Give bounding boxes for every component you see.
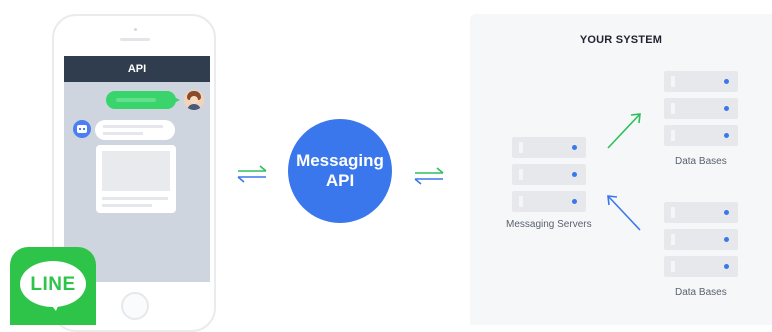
server-slot bbox=[519, 142, 523, 153]
system-title: YOUR SYSTEM bbox=[579, 34, 663, 46]
server-led bbox=[724, 106, 729, 111]
database-top-label: Data Bases bbox=[675, 156, 727, 167]
card-image-placeholder bbox=[102, 151, 170, 191]
rich-card-message bbox=[96, 145, 176, 213]
database-bottom-label: Data Bases bbox=[675, 287, 727, 298]
server-icon bbox=[512, 137, 586, 158]
sent-message-line bbox=[116, 98, 156, 102]
server-led bbox=[572, 145, 577, 150]
bidirectional-arrows-icon bbox=[237, 165, 267, 183]
server-led bbox=[724, 210, 729, 215]
received-message-bubble bbox=[95, 120, 175, 140]
server-slot bbox=[671, 103, 675, 114]
server-icon bbox=[512, 191, 586, 212]
sent-message-tail bbox=[174, 97, 180, 103]
server-slot bbox=[671, 261, 675, 272]
phone-camera bbox=[134, 28, 137, 31]
server-icon bbox=[664, 202, 738, 223]
server-led bbox=[572, 199, 577, 204]
chat-header-title: API bbox=[64, 56, 210, 82]
avatar-face bbox=[190, 96, 198, 104]
arrow-to-top-database bbox=[607, 113, 641, 149]
server-led bbox=[724, 133, 729, 138]
bot-eye bbox=[79, 128, 81, 130]
api-label-line2: API bbox=[325, 171, 355, 190]
server-icon bbox=[664, 256, 738, 277]
received-message-line bbox=[103, 125, 163, 128]
server-icon bbox=[664, 125, 738, 146]
server-icon bbox=[664, 98, 738, 119]
card-text-line bbox=[102, 204, 152, 207]
server-icon bbox=[664, 229, 738, 250]
api-label-line1: Messaging bbox=[296, 151, 384, 170]
server-led bbox=[724, 79, 729, 84]
line-logo: LINE bbox=[10, 247, 96, 325]
server-slot bbox=[671, 234, 675, 245]
server-led bbox=[724, 264, 729, 269]
phone-home-button bbox=[121, 292, 149, 320]
sent-message-bubble bbox=[106, 91, 180, 109]
card-text-line bbox=[102, 197, 168, 200]
server-slot bbox=[671, 207, 675, 218]
your-system-panel: YOUR SYSTEM Messaging Servers Data Bases… bbox=[470, 14, 772, 325]
received-message-line bbox=[103, 132, 143, 135]
phone-speaker bbox=[120, 38, 150, 41]
server-slot bbox=[519, 196, 523, 207]
user-avatar-icon bbox=[184, 90, 204, 110]
bot-avatar-icon bbox=[73, 120, 91, 138]
server-slot bbox=[671, 76, 675, 87]
server-led bbox=[724, 237, 729, 242]
server-icon bbox=[512, 164, 586, 185]
server-led bbox=[572, 172, 577, 177]
line-logo-bubble-tail bbox=[48, 301, 60, 311]
bidirectional-arrows-icon bbox=[414, 167, 444, 185]
messaging-api-node: Messaging API bbox=[288, 119, 392, 223]
bot-eye bbox=[83, 128, 85, 130]
arrow-from-bottom-database bbox=[607, 195, 641, 231]
server-icon bbox=[664, 71, 738, 92]
messaging-servers-label: Messaging Servers bbox=[506, 219, 592, 230]
server-slot bbox=[519, 169, 523, 180]
line-logo-text: LINE bbox=[30, 274, 76, 295]
avatar-shirt bbox=[187, 104, 201, 110]
server-slot bbox=[671, 130, 675, 141]
